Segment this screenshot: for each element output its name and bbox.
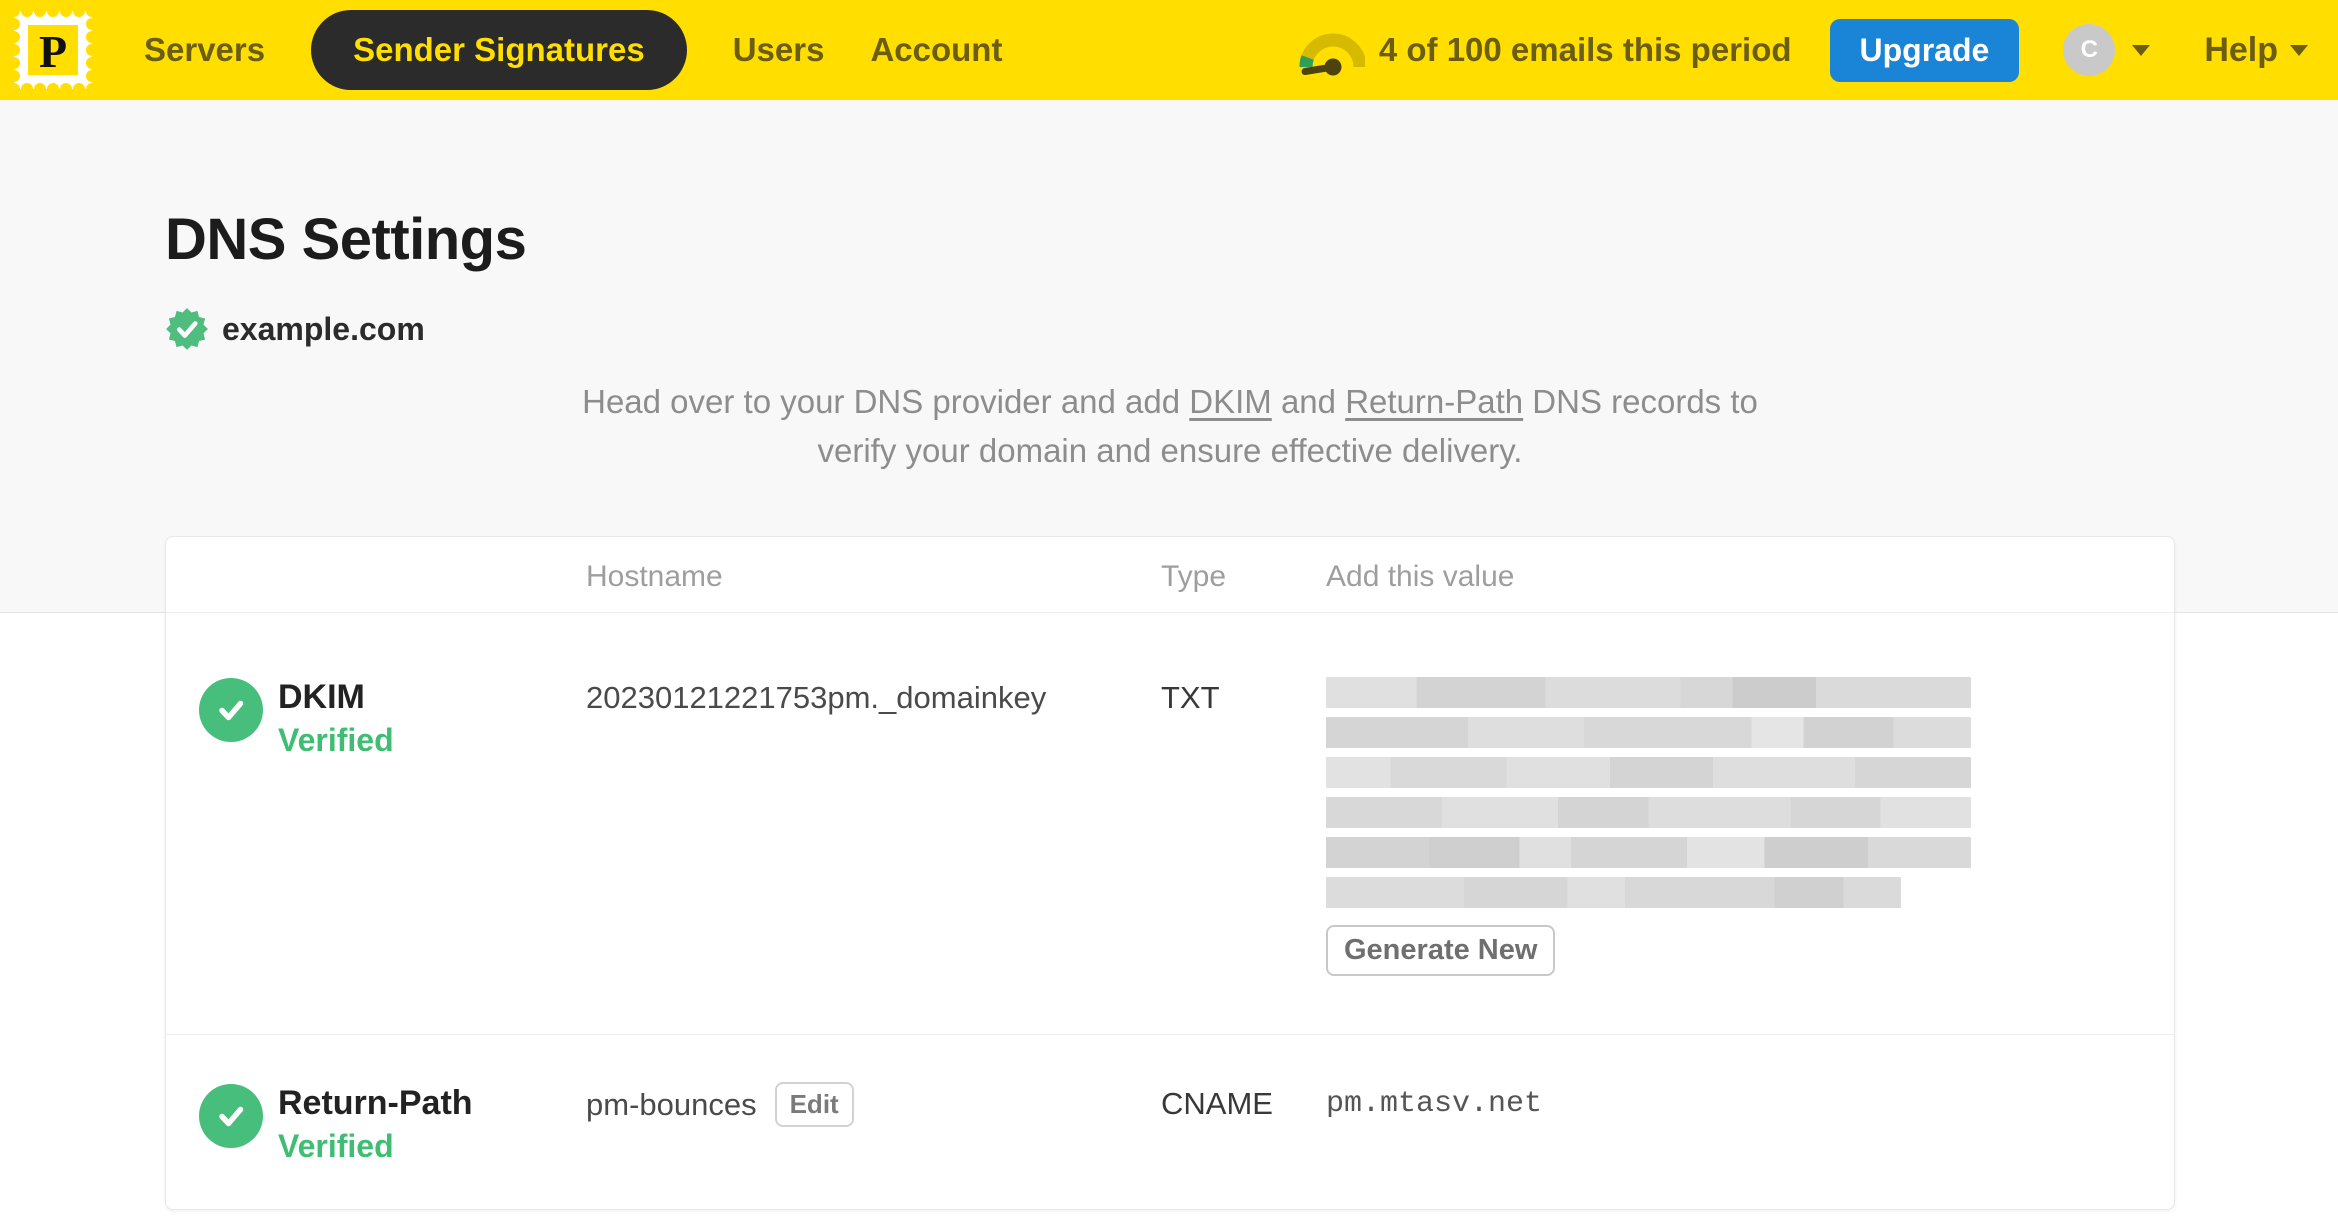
header-spacer bbox=[199, 560, 586, 612]
redacted-bar bbox=[1326, 757, 1971, 788]
redacted-bar bbox=[1326, 877, 1901, 908]
record-name: Return-Path bbox=[278, 1084, 473, 1122]
return-path-status-text: Return-Path Verified bbox=[278, 1083, 473, 1165]
return-path-value: pm.mtasv.net bbox=[1326, 1087, 1543, 1121]
check-circle-icon bbox=[199, 678, 263, 742]
dns-instructions: Head over to your DNS provider and add D… bbox=[460, 377, 1880, 475]
table-row-return-path: Return-Path Verified pm-bounces Edit CNA… bbox=[166, 1034, 2174, 1209]
nav-item-account[interactable]: Account bbox=[870, 31, 1002, 69]
nav-item-sender-signatures[interactable]: Sender Signatures bbox=[311, 10, 687, 90]
domain-row: example.com bbox=[165, 307, 2175, 351]
postmark-logo[interactable]: P bbox=[14, 11, 92, 89]
dkim-hostname: 20230121221753pm._domainkey bbox=[586, 680, 1047, 715]
redacted-bar bbox=[1326, 717, 1971, 748]
dkim-status-text: DKIM Verified bbox=[278, 677, 394, 976]
help-label: Help bbox=[2204, 30, 2278, 69]
nav-item-users[interactable]: Users bbox=[733, 31, 825, 69]
usage-meter[interactable]: 4 of 100 emails this period bbox=[1299, 24, 1792, 76]
redacted-bar bbox=[1326, 677, 1971, 708]
table-header-row: Hostname Type Add this value bbox=[166, 537, 2174, 613]
status-badge: Verified bbox=[278, 1128, 394, 1164]
desc-text: and bbox=[1271, 383, 1346, 420]
account-menu[interactable]: C bbox=[2063, 24, 2151, 76]
dkim-status-cell: DKIM Verified bbox=[199, 677, 586, 976]
gauge-icon bbox=[1299, 33, 1365, 76]
desc-text: verify your domain and ensure effective … bbox=[817, 432, 1523, 469]
dkim-type: TXT bbox=[1161, 680, 1220, 715]
return-path-type: CNAME bbox=[1161, 1086, 1273, 1121]
upgrade-button[interactable]: Upgrade bbox=[1829, 18, 2020, 82]
verified-seal-icon bbox=[166, 308, 208, 350]
chevron-down-icon bbox=[2132, 44, 2151, 56]
svg-text:P: P bbox=[39, 26, 67, 77]
usage-text: 4 of 100 emails this period bbox=[1378, 31, 1792, 68]
domain-name: example.com bbox=[222, 310, 425, 347]
header-type: Type bbox=[1161, 560, 1227, 593]
desc-text: DNS records to bbox=[1523, 383, 1758, 420]
dns-records-card: Hostname Type Add this value DKIM Verifi… bbox=[165, 536, 2175, 1210]
main-nav: Servers Sender Signatures Users Account bbox=[144, 10, 1002, 90]
top-navbar: P Servers Sender Signatures Users Accoun… bbox=[0, 0, 2338, 100]
edit-button[interactable]: Edit bbox=[774, 1082, 854, 1127]
record-name: DKIM bbox=[278, 678, 365, 716]
check-circle-icon bbox=[199, 1084, 263, 1148]
header-add-this-value: Add this value bbox=[1326, 560, 1515, 593]
avatar[interactable]: C bbox=[2063, 24, 2116, 76]
help-menu[interactable]: Help bbox=[2204, 31, 2308, 70]
nav-item-servers[interactable]: Servers bbox=[144, 31, 265, 69]
return-path-status-cell: Return-Path Verified bbox=[199, 1083, 586, 1165]
return-path-hostname: pm-bounces bbox=[586, 1086, 757, 1122]
generate-new-button[interactable]: Generate New bbox=[1326, 925, 1556, 976]
dkim-link[interactable]: DKIM bbox=[1189, 383, 1272, 420]
redacted-bar bbox=[1326, 797, 1971, 828]
navbar-right: 4 of 100 emails this period Upgrade C He… bbox=[1299, 18, 2308, 82]
status-badge: Verified bbox=[278, 722, 394, 758]
return-path-hostname-cell: pm-bounces Edit bbox=[586, 1082, 1161, 1165]
chevron-down-icon bbox=[2290, 44, 2308, 56]
dkim-value-cell: Generate New bbox=[1326, 677, 2174, 976]
redacted-bar bbox=[1326, 837, 1971, 868]
page-title: DNS Settings bbox=[165, 207, 527, 272]
return-path-link[interactable]: Return-Path bbox=[1345, 383, 1523, 420]
table-row-dkim: DKIM Verified 20230121221753pm._domainke… bbox=[166, 613, 2174, 1034]
desc-text: Head over to your DNS provider and add bbox=[582, 383, 1190, 420]
header-hostname: Hostname bbox=[586, 560, 723, 593]
redacted-value bbox=[1326, 677, 2174, 908]
